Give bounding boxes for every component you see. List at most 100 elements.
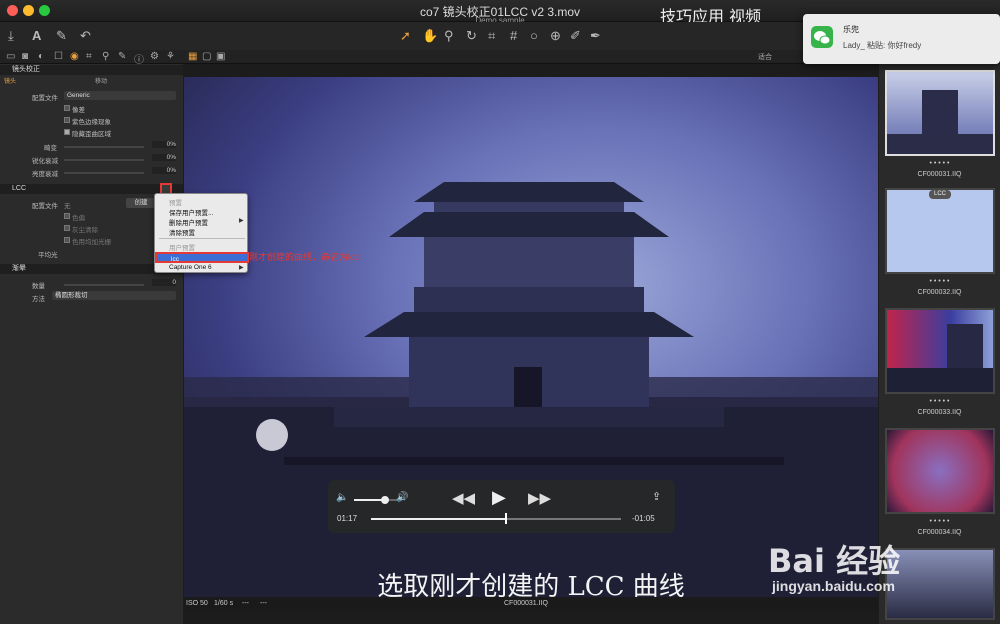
iso-value: ISO 50 xyxy=(186,600,208,607)
submenu-arrow-icon: ▶ xyxy=(239,265,244,271)
lens-tab-icon[interactable]: ◉ xyxy=(70,51,79,62)
crop-tab-icon[interactable]: ⌗ xyxy=(86,51,92,62)
pan-tool-icon[interactable]: ✋ xyxy=(422,28,438,44)
uniform-light-option-label: 色用均加光栅 xyxy=(72,239,111,246)
lens-profile-value: Generic xyxy=(67,92,90,99)
details-tab-icon[interactable]: ⚲ xyxy=(102,51,109,62)
distortion-value[interactable]: 0% xyxy=(152,141,176,148)
profile-label: 配置文件 xyxy=(32,95,58,102)
thumbnail-5[interactable] xyxy=(885,548,995,620)
tab-movement[interactable]: 移动 xyxy=(95,76,135,85)
uniform-light-checkbox[interactable] xyxy=(64,237,70,243)
lens-profile-select[interactable]: Generic xyxy=(64,91,176,100)
thumbnail-4[interactable] xyxy=(885,428,995,514)
method-select[interactable]: 椭圆形裁切 xyxy=(52,291,176,300)
zoom-tool-icon[interactable]: ⚲ xyxy=(444,28,454,44)
distortion-slider[interactable] xyxy=(64,146,144,148)
sharpness-falloff-slider[interactable] xyxy=(64,159,144,161)
chat-notification[interactable]: 乐兜 Lady_ 粘贴: 你好fredy xyxy=(803,14,1000,64)
settings-tab-icon[interactable]: ⚙ xyxy=(150,51,159,62)
thumbnail-2[interactable] xyxy=(885,188,995,274)
remaining-time: -01:05 xyxy=(632,514,655,523)
color-tab-icon[interactable]: ◐ xyxy=(38,51,44,62)
uniform-light-label: 平均光 xyxy=(38,252,58,259)
fit-label[interactable]: 适合 xyxy=(758,52,772,62)
rewind-icon[interactable]: ◀◀ xyxy=(452,489,475,507)
volume-slider[interactable] xyxy=(354,499,398,501)
thumbnail-rating[interactable]: • • • • • xyxy=(879,398,1000,405)
thumbnail-rating[interactable]: • • • • • xyxy=(879,518,1000,525)
mask-tool-icon[interactable]: ⊕ xyxy=(550,28,561,44)
thumbnail-1[interactable] xyxy=(885,70,995,156)
baidu-watermark-logo: Bai 经验 xyxy=(768,542,901,580)
menu-item-save-preset[interactable]: 保存用户预置... xyxy=(155,207,249,217)
submenu-arrow-icon: ▶ xyxy=(239,218,244,224)
amount-value[interactable]: 0 xyxy=(152,279,176,286)
hide-distortion-checkbox[interactable] xyxy=(64,129,70,135)
shutter-value: 1/60 s xyxy=(214,600,234,607)
spot-tool-icon[interactable]: ○ xyxy=(530,28,538,43)
volume-knob[interactable] xyxy=(380,496,389,504)
volume-low-icon: 🔈 xyxy=(336,492,349,503)
exposure-tab-icon[interactable]: ☐ xyxy=(54,51,63,62)
thumbnail-name: CF000031.IIQ xyxy=(917,171,962,178)
lcc-badge: LCC xyxy=(929,190,951,199)
play-icon[interactable]: ▶ xyxy=(492,487,506,508)
import-icon[interactable]: ⤓ xyxy=(8,28,14,44)
camera-tab-icon[interactable]: ◙ xyxy=(22,51,28,62)
folder-tab-icon[interactable]: ▭ xyxy=(6,51,15,62)
adjust-tab-icon[interactable]: ✎ xyxy=(118,51,126,62)
tab-lens[interactable]: 镜头 xyxy=(4,76,94,85)
amount-slider[interactable] xyxy=(64,284,144,286)
thumbnail-rating[interactable]: • • • • • xyxy=(879,278,1000,285)
lcc-create-button[interactable]: 创建 xyxy=(126,198,156,208)
dust-removal-checkbox[interactable] xyxy=(64,225,70,231)
undo-icon[interactable]: ↶ xyxy=(80,28,91,44)
sharpness-falloff-value[interactable]: 0% xyxy=(152,154,176,161)
sharpness-falloff-label: 锐化衰减 xyxy=(32,158,58,165)
scrubber-playhead[interactable] xyxy=(505,513,507,524)
compare-view-icon[interactable]: ▣ xyxy=(216,51,225,62)
user-presets-label: 用户预置 xyxy=(169,245,195,252)
batch-tab-icon[interactable]: ⚘ xyxy=(166,51,175,62)
scrubber-track[interactable] xyxy=(371,518,621,520)
lcc-profile-value[interactable]: 无 xyxy=(64,200,71,210)
color-cast-label: 色偏 xyxy=(72,215,85,222)
menu-item-clear-preset[interactable]: 清除预置 xyxy=(155,227,249,237)
viewer-status-bar: ISO 50 1/60 s --- --- CF000031.IIQ xyxy=(184,597,878,611)
picker-tool-icon[interactable]: ✐ xyxy=(570,28,581,44)
light-falloff-slider[interactable] xyxy=(64,172,144,174)
aperture-value: --- xyxy=(242,600,249,607)
cursor-tool-icon[interactable]: ➚ xyxy=(400,28,411,44)
share-icon[interactable]: ⇪ xyxy=(652,490,661,503)
menu-item-delete-preset[interactable]: 删除用户预置 xyxy=(155,217,249,227)
purple-fringe-checkbox[interactable] xyxy=(64,117,70,123)
thumbnail-rating[interactable]: • • • • • xyxy=(879,160,1000,167)
thumbnail-3[interactable] xyxy=(885,308,995,394)
menu-item-capture-one-6[interactable]: Capture One 6 xyxy=(155,264,249,271)
thumbnail-name: CF000033.IIQ xyxy=(917,409,962,416)
lens-correction-title: 镜头校正 xyxy=(12,66,40,73)
method-value: 椭圆形裁切 xyxy=(55,292,88,299)
lens-correction-header[interactable]: 镜头校正 xyxy=(0,65,183,75)
light-falloff-value[interactable]: 0% xyxy=(152,167,176,174)
viewer-filename: CF000031.IIQ xyxy=(504,600,548,607)
menu-item-lcc[interactable]: lcc xyxy=(155,252,249,263)
notification-sender: 乐兜 xyxy=(843,25,859,34)
notification-message: Lady_ 粘贴: 你好fredy xyxy=(843,41,922,50)
brush-icon[interactable]: ✎ xyxy=(56,28,67,44)
amount-label: 数量 xyxy=(32,283,45,290)
wechat-icon xyxy=(811,26,833,48)
straighten-tool-icon[interactable]: # xyxy=(510,28,517,43)
single-view-icon[interactable]: ▢ xyxy=(202,51,211,62)
rotate-tool-icon[interactable]: ↻ xyxy=(466,28,477,44)
baidu-watermark-url: jingyan.baidu.com xyxy=(772,578,895,594)
color-cast-checkbox[interactable] xyxy=(64,213,70,219)
grid-view-icon[interactable]: ▦ xyxy=(188,51,197,62)
crop-tool-icon[interactable]: ⌗ xyxy=(488,28,495,44)
eyedropper-icon[interactable]: ✒ xyxy=(590,28,601,44)
fast-forward-icon[interactable]: ▶▶ xyxy=(528,489,551,507)
aberration-checkbox[interactable] xyxy=(64,105,70,111)
scrubber-progress xyxy=(371,518,506,520)
text-tool-icon[interactable]: A xyxy=(32,28,41,43)
